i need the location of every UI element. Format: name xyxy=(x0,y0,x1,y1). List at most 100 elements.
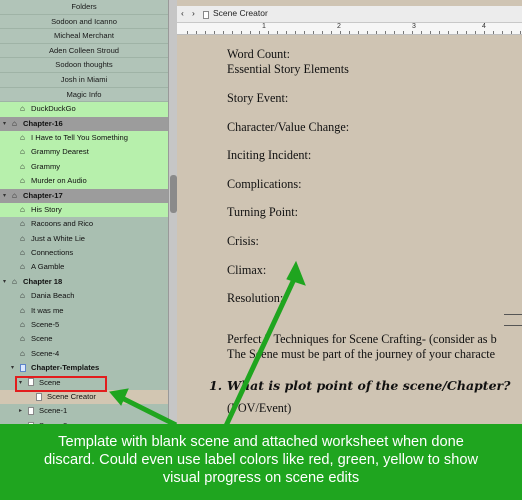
binder-item[interactable]: ▾ Chapter-Templates xyxy=(0,361,168,375)
binder-item[interactable]: ⌂ Just a White Lie xyxy=(0,232,168,246)
folder-icon: ⌂ xyxy=(20,305,25,315)
binder-item-label: Chapter 18 xyxy=(23,276,63,286)
binder-item-label: Racoons and Rico xyxy=(31,219,94,229)
numbered-question: What is plot point of the scene/Chapter? xyxy=(227,378,511,393)
ruler-tick xyxy=(412,31,413,34)
folder-icon: ⌂ xyxy=(20,204,25,214)
ruler-tick xyxy=(205,31,206,34)
ruler-number: 4 xyxy=(482,23,486,30)
binder-item[interactable]: ⌂ Grammy Dearest xyxy=(0,145,168,160)
disclosure-triangle-icon[interactable]: ▸ xyxy=(19,404,22,418)
binder-item[interactable]: ▸ Scene-1 xyxy=(0,404,168,418)
folder-icon: ⌂ xyxy=(12,190,17,200)
ruler-tick xyxy=(367,31,368,34)
folder-icon: ⌂ xyxy=(20,161,25,171)
binder-item[interactable]: ⌂ Connections xyxy=(0,246,168,260)
ruler-tick xyxy=(439,31,440,34)
ruler-tick xyxy=(214,31,215,34)
collection-tab[interactable]: Sodoon thoughts xyxy=(0,58,168,73)
callout-line: visual progress on scene edits xyxy=(162,470,360,486)
disclosure-triangle-icon[interactable]: ▾ xyxy=(3,189,6,203)
binder-item-label: Just a White Lie xyxy=(31,233,86,243)
binder-item[interactable]: ▾ ⌂ Chapter-17 xyxy=(0,188,168,203)
binder-item-label: Grammy Dearest xyxy=(31,147,89,157)
ruler-tick xyxy=(304,31,305,34)
annotation-callout: Template with blank scene and attached w… xyxy=(0,424,522,500)
binder-item-label: DuckDuckGo xyxy=(31,104,76,114)
editor-text-line: Resolution: xyxy=(227,291,284,305)
folder-icon: ⌂ xyxy=(20,291,25,301)
ruler-tick xyxy=(484,31,485,34)
binder-item[interactable]: ⌂ It was me xyxy=(0,304,168,318)
disclosure-triangle-icon[interactable]: ▾ xyxy=(3,275,6,289)
ruler-tick xyxy=(358,31,359,34)
folder-icon: ⌂ xyxy=(20,348,25,358)
disclosure-triangle-icon[interactable]: ▾ xyxy=(11,361,14,375)
ruler-number: 1 xyxy=(262,23,266,30)
folder-icon: ⌂ xyxy=(12,276,17,286)
folder-icon: ⌂ xyxy=(20,132,25,142)
collection-tab[interactable]: Aden Colleen Stroud xyxy=(0,43,168,59)
ruler[interactable]: 1 2 3 4 xyxy=(177,23,522,35)
folder-icon: ⌂ xyxy=(20,219,25,229)
binder-item[interactable]: ⌂ His Story xyxy=(0,202,168,218)
document-icon xyxy=(20,361,26,375)
callout-line: Template with blank scene and attached w… xyxy=(58,434,464,450)
document-icon xyxy=(36,390,42,404)
editor-text-line: Complications: xyxy=(227,177,302,191)
editor-text-line: Essential Story Elements xyxy=(227,62,349,76)
binder-item-label: Scene-5 xyxy=(31,320,60,330)
collection-tab[interactable]: Magic Info xyxy=(0,87,168,103)
list-number: 1. xyxy=(209,378,223,393)
folder-icon: ⌂ xyxy=(20,334,25,344)
collection-list: Folders Sodoon and Icanno Micheal Mercha… xyxy=(0,0,168,103)
collection-tab[interactable]: Sodoon and Icanno xyxy=(0,14,168,30)
ruler-tick xyxy=(331,31,332,34)
folder-icon: ⌂ xyxy=(20,104,25,114)
collection-tab-folders[interactable]: Folders xyxy=(0,0,168,15)
ruler-tick xyxy=(430,31,431,34)
ruler-tick xyxy=(493,31,494,34)
binder-item[interactable]: ⌂ Dania Beach xyxy=(0,289,168,303)
ruler-number: 3 xyxy=(412,23,416,30)
binder-item[interactable]: ▾ ⌂ Chapter-16 xyxy=(0,116,168,131)
ruler-tick xyxy=(223,31,224,34)
ruler-tick xyxy=(511,31,512,34)
collection-tab[interactable]: Micheal Merchant xyxy=(0,29,168,44)
binder-item[interactable]: ⌂ Grammy xyxy=(0,159,168,175)
ruler-tick xyxy=(295,31,296,34)
editor-text-line: Story Event: xyxy=(227,91,289,105)
binder-item[interactable]: ⌂ Scene-5 xyxy=(0,318,168,332)
ruler-tick xyxy=(241,31,242,34)
binder-item[interactable]: ⌂ DuckDuckGo xyxy=(0,102,168,117)
ruler-tick xyxy=(475,31,476,34)
folder-icon: ⌂ xyxy=(12,118,17,128)
binder-item-label: His Story xyxy=(31,204,62,214)
binder-item[interactable]: ⌂ Racoons and Rico xyxy=(0,217,168,231)
ruler-tick xyxy=(376,31,377,34)
binder-item-label: Scene-1 xyxy=(39,406,68,416)
binder-item[interactable]: ⌂ Scene xyxy=(0,332,168,346)
binder-item-label: Connections xyxy=(31,248,74,258)
ruler-tick xyxy=(421,31,422,34)
disclosure-triangle-icon[interactable]: ▾ xyxy=(3,117,6,131)
ruler-tick xyxy=(448,31,449,34)
binder-item[interactable]: ⌂ A Gamble xyxy=(0,260,168,274)
back-arrow-icon[interactable]: ‹ xyxy=(181,8,184,18)
editor-text-line: The Scene must be part of the journey of… xyxy=(227,347,496,361)
binder-item[interactable]: ▾ ⌂ Chapter 18 xyxy=(0,275,168,289)
binder-item[interactable]: ⌂ I Have to Tell You Something xyxy=(0,130,168,146)
binder-item[interactable]: ⌂ Scene-4 xyxy=(0,347,168,361)
binder-item[interactable]: ⌂ Murder on Audio xyxy=(0,174,168,189)
collection-tab[interactable]: Josh in Miami xyxy=(0,72,168,88)
ruler-tick xyxy=(232,31,233,34)
folder-icon: ⌂ xyxy=(20,262,25,272)
binder-item[interactable]: Scene Creator xyxy=(0,389,168,405)
ruler-tick xyxy=(457,31,458,34)
forward-arrow-icon[interactable]: › xyxy=(192,8,195,18)
ruler-tick xyxy=(349,31,350,34)
ruler-tick xyxy=(259,31,260,34)
scrollbar-thumb[interactable] xyxy=(170,175,177,213)
ruler-tick xyxy=(277,31,278,34)
binder-item-label: Dania Beach xyxy=(31,291,75,301)
